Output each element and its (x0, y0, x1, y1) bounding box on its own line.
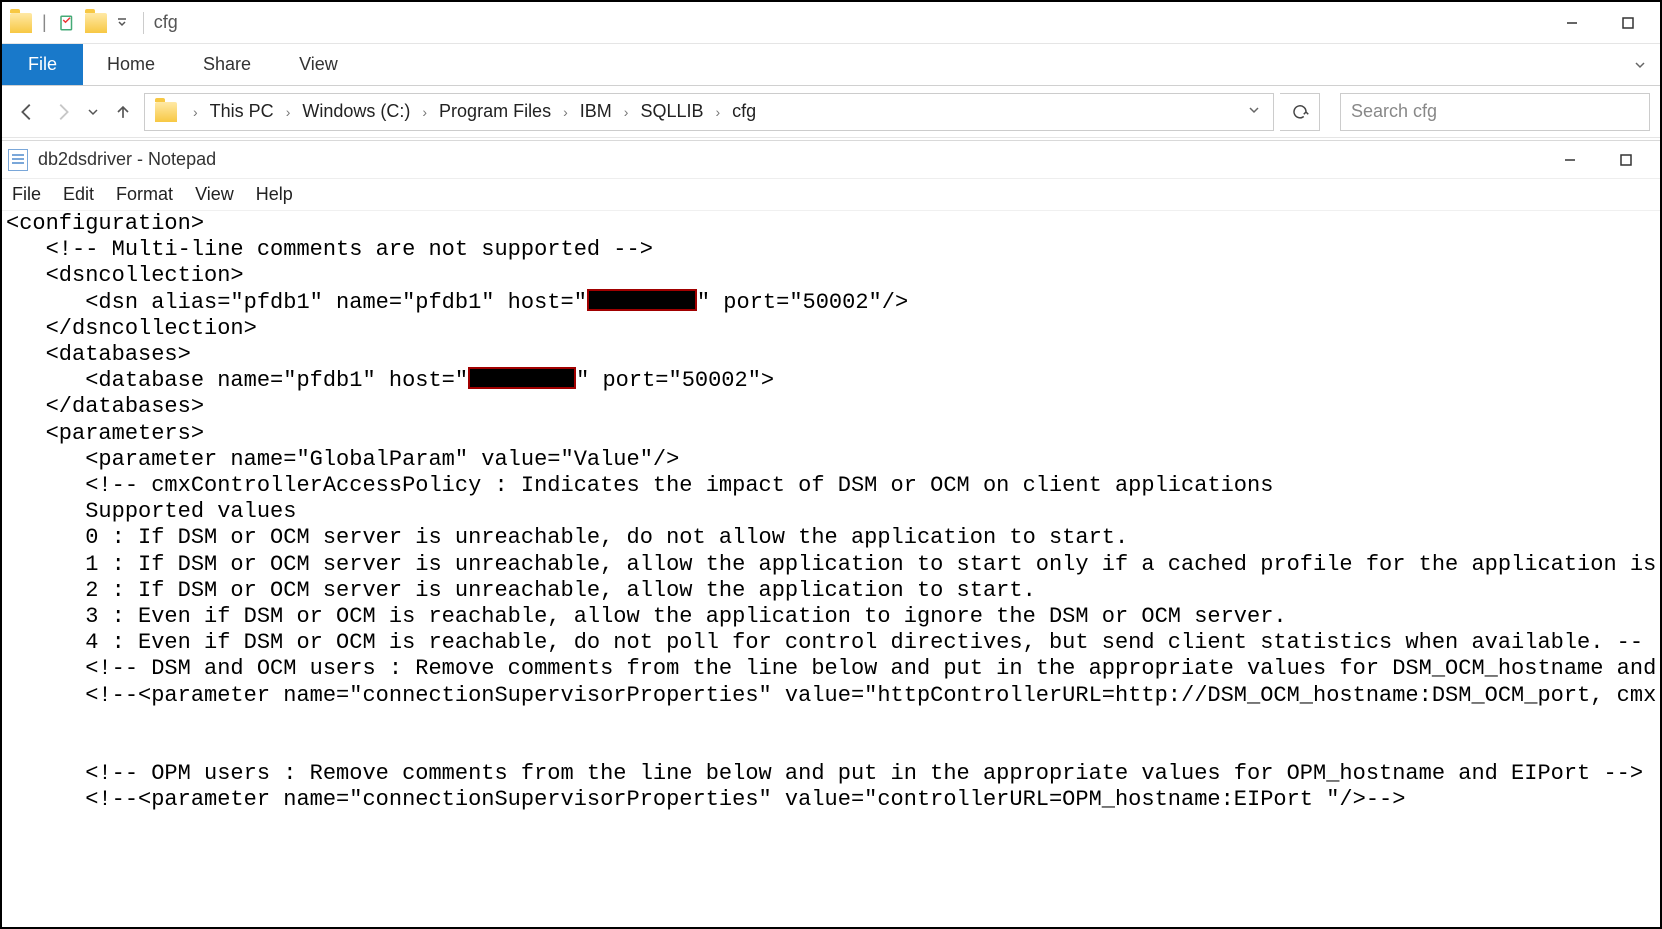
notepad-maximize-button[interactable] (1598, 139, 1654, 181)
ribbon-tab-home[interactable]: Home (83, 44, 179, 85)
recent-locations-dropdown[interactable] (84, 97, 102, 127)
chevron-right-icon[interactable]: › (620, 104, 633, 120)
notepad-menu-edit[interactable]: Edit (63, 184, 94, 205)
breadcrumb-this-pc[interactable]: This PC (206, 101, 278, 122)
search-box[interactable] (1340, 93, 1650, 131)
text-line: <parameters> (6, 421, 204, 446)
notepad-text-area[interactable]: <configuration> <!-- Multi-line comments… (2, 211, 1660, 814)
chevron-right-icon[interactable]: › (282, 104, 295, 120)
text-line: <!-- Multi-line comments are not support… (6, 237, 653, 262)
text-line: " port="50002"> (576, 368, 774, 393)
chevron-right-icon[interactable]: › (418, 104, 431, 120)
breadcrumb-program-files[interactable]: Program Files (435, 101, 555, 122)
redacted-host (587, 289, 697, 311)
ribbon-tab-file[interactable]: File (2, 44, 83, 85)
ribbon-tabs: File Home Share View (2, 44, 1660, 86)
text-line: <databases> (6, 342, 191, 367)
notepad-minimize-button[interactable] (1542, 139, 1598, 181)
text-line: </dsncollection> (6, 316, 257, 341)
text-line: </databases> (6, 394, 204, 419)
text-line: Supported values (6, 499, 296, 524)
notepad-menu-view[interactable]: View (195, 184, 234, 205)
breadcrumb-cfg[interactable]: cfg (728, 101, 760, 122)
search-input[interactable] (1351, 101, 1639, 122)
navigation-bar: › This PC › Windows (C:) › Program Files… (2, 86, 1660, 138)
address-dropdown-icon[interactable] (1241, 103, 1267, 120)
text-line: <configuration> (6, 211, 204, 236)
minimize-button[interactable] (1544, 2, 1600, 44)
notepad-title: db2dsdriver - Notepad (38, 149, 216, 170)
notepad-icon (8, 149, 28, 171)
text-line: <!-- OPM users : Remove comments from th… (6, 761, 1643, 786)
new-folder-icon[interactable] (85, 13, 107, 33)
maximize-button[interactable] (1600, 2, 1656, 44)
folder-icon (10, 13, 32, 33)
text-line: 1 : If DSM or OCM server is unreachable,… (6, 552, 1656, 577)
text-line: <dsn alias="pfdb1" name="pfdb1" host=" (6, 290, 587, 315)
ribbon-expand-icon[interactable] (1620, 44, 1660, 85)
chevron-right-icon[interactable]: › (711, 104, 724, 120)
text-line: 2 : If DSM or OCM server is unreachable,… (6, 578, 1036, 603)
text-line: <!-- DSM and OCM users : Remove comments… (6, 656, 1656, 681)
ribbon-tab-view[interactable]: View (275, 44, 362, 85)
text-line: 0 : If DSM or OCM server is unreachable,… (6, 525, 1128, 550)
forward-button[interactable] (48, 97, 78, 127)
text-line: 3 : Even if DSM or OCM is reachable, all… (6, 604, 1287, 629)
text-line: <!-- cmxControllerAccessPolicy : Indicat… (6, 473, 1273, 498)
title-separator (143, 12, 144, 34)
breadcrumb-drive[interactable]: Windows (C:) (298, 101, 414, 122)
breadcrumb-sqllib[interactable]: SQLLIB (636, 101, 707, 122)
notepad-titlebar: db2dsdriver - Notepad (2, 141, 1660, 179)
text-line: <dsncollection> (6, 263, 244, 288)
text-line: <parameter name="GlobalParam" value="Val… (6, 447, 679, 472)
explorer-titlebar: | cfg (2, 2, 1660, 44)
text-line: <!--<parameter name="connectionSuperviso… (6, 683, 1656, 708)
properties-icon[interactable] (57, 13, 77, 33)
text-line: <database name="pfdb1" host=" (6, 368, 468, 393)
address-bar[interactable]: › This PC › Windows (C:) › Program Files… (144, 93, 1274, 131)
qat-separator: | (42, 12, 47, 33)
notepad-window: db2dsdriver - Notepad File Edit Format V… (2, 140, 1660, 814)
notepad-menu-file[interactable]: File (12, 184, 41, 205)
breadcrumb-ibm[interactable]: IBM (576, 101, 616, 122)
redacted-host (468, 367, 576, 389)
qat-dropdown-icon[interactable] (117, 18, 127, 28)
text-line: <!--<parameter name="connectionSuperviso… (6, 787, 1405, 812)
notepad-menubar: File Edit Format View Help (2, 179, 1660, 211)
text-line: " port="50002"/> (697, 290, 908, 315)
text-line: 4 : Even if DSM or OCM is reachable, do … (6, 630, 1643, 655)
chevron-right-icon[interactable]: › (189, 104, 202, 120)
back-button[interactable] (12, 97, 42, 127)
up-button[interactable] (108, 97, 138, 127)
notepad-menu-help[interactable]: Help (256, 184, 293, 205)
window-title: cfg (154, 12, 178, 33)
notepad-menu-format[interactable]: Format (116, 184, 173, 205)
refresh-button[interactable] (1280, 93, 1320, 131)
chevron-right-icon[interactable]: › (559, 104, 572, 120)
address-folder-icon (155, 102, 177, 122)
ribbon-tab-share[interactable]: Share (179, 44, 275, 85)
